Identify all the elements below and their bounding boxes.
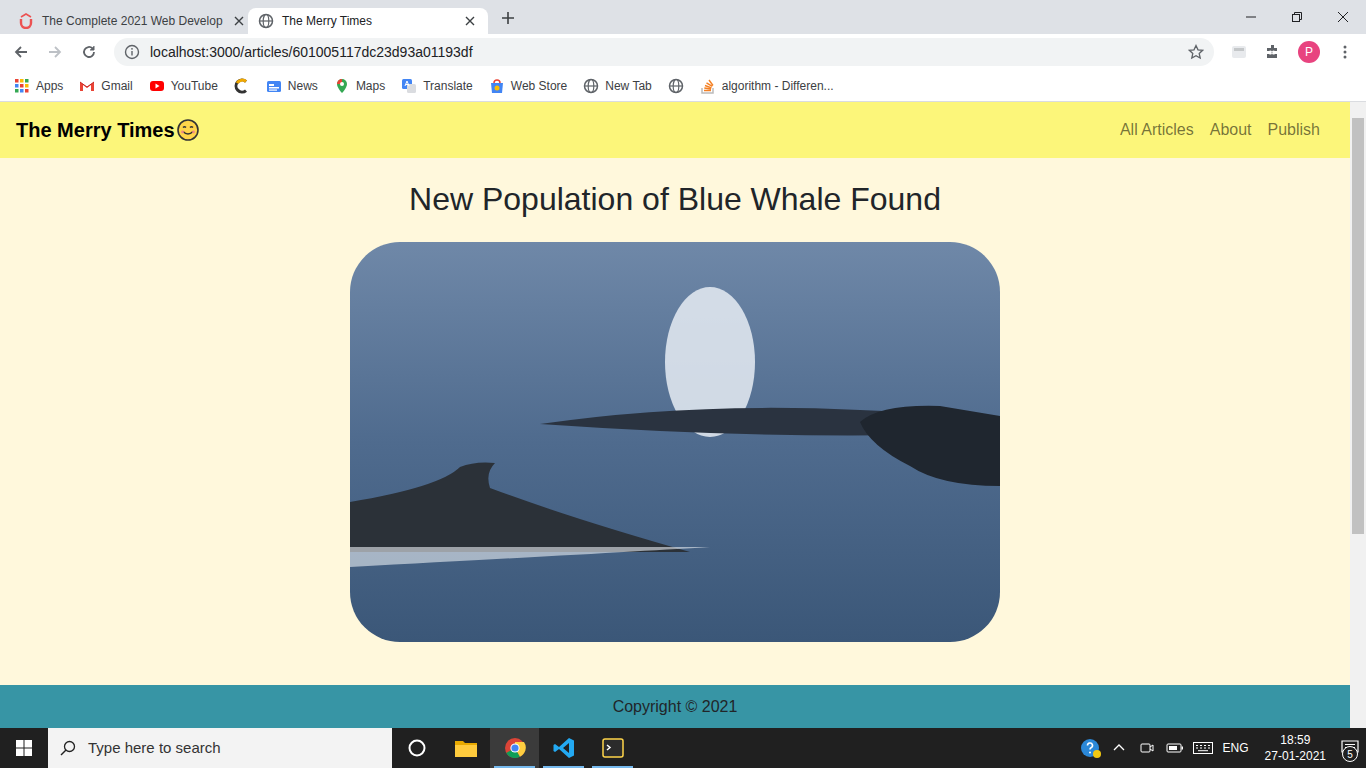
- vscode-icon[interactable]: [539, 728, 588, 768]
- search-icon: [60, 740, 76, 756]
- profile-avatar[interactable]: P: [1298, 41, 1320, 63]
- nav-link-item[interactable]: About: [1202, 118, 1260, 142]
- battery-icon[interactable]: [1163, 728, 1187, 768]
- file-explorer-icon[interactable]: [441, 728, 490, 768]
- article: New Population of Blue Whale Found: [0, 158, 1350, 685]
- bookmark-label[interactable]: Apps: [36, 77, 63, 95]
- browser-tab[interactable]: The Complete 2021 Web Develop: [8, 8, 248, 34]
- site-navbar: The Merry Times All ArticlesAboutPublish: [0, 102, 1350, 158]
- search-placeholder[interactable]: Type here to search: [88, 737, 221, 760]
- maps-icon: [334, 78, 350, 94]
- close-icon[interactable]: [462, 13, 478, 29]
- star-icon[interactable]: [1188, 44, 1204, 60]
- smiling-face-icon: [176, 118, 200, 142]
- site-nav-links: All ArticlesAboutPublish: [1112, 118, 1328, 142]
- notification-icon[interactable]: 5: [1338, 728, 1362, 768]
- forward-arrow-icon[interactable]: [40, 37, 70, 67]
- site-footer: Copyright © 2021: [0, 685, 1350, 728]
- bookmark[interactable]: [234, 78, 250, 94]
- restore-icon[interactable]: [1274, 0, 1320, 34]
- chrome-icon[interactable]: [490, 728, 539, 768]
- clock-time[interactable]: 18:59: [1265, 732, 1326, 748]
- bookmark-label[interactable]: Gmail: [101, 77, 132, 95]
- web-page: The Merry Times All ArticlesAboutPublish N…: [0, 102, 1366, 728]
- bookmark[interactable]: YouTube: [149, 77, 218, 95]
- translate-icon: [401, 78, 417, 94]
- taskbar-search[interactable]: Type here to search: [48, 728, 392, 768]
- taskbar: Type here to searchENG18:5927-01-20215: [0, 728, 1366, 768]
- google-news-icon: [266, 78, 282, 94]
- terminal-icon[interactable]: [588, 728, 637, 768]
- scrollbar-thumb[interactable]: [1352, 118, 1364, 534]
- browser-tab[interactable]: The Merry Times: [248, 8, 488, 34]
- bookmark-label[interactable]: News: [288, 77, 318, 95]
- back-arrow-icon[interactable]: [6, 37, 36, 67]
- bookmark[interactable]: Maps: [334, 77, 385, 95]
- window-controls: [1228, 0, 1366, 34]
- globe-icon: [668, 78, 684, 94]
- windows-start-icon[interactable]: [0, 728, 48, 768]
- close-icon[interactable]: [231, 13, 247, 29]
- nav-link-item[interactable]: All Articles: [1112, 118, 1202, 142]
- notification-count: 5: [1342, 746, 1358, 762]
- bookmark[interactable]: Apps: [14, 77, 63, 95]
- bookmarks-bar: Apps Gmail YouTube News Maps Translate Web Sto…: [0, 70, 1366, 102]
- site-brand[interactable]: The Merry Times: [16, 115, 200, 145]
- bookmark[interactable]: Translate: [401, 77, 473, 95]
- bookmark[interactable]: algorithm - Differen...: [700, 77, 834, 95]
- youtube-icon: [149, 78, 165, 94]
- bookmark[interactable]: [668, 78, 684, 94]
- info-icon[interactable]: [124, 44, 140, 60]
- keyboard-icon[interactable]: [1191, 728, 1215, 768]
- tab-strip: The Complete 2021 Web Develop The Merry T…: [0, 0, 1366, 34]
- bookmark[interactable]: News: [266, 77, 318, 95]
- minimize-icon[interactable]: [1228, 0, 1274, 34]
- web-store-icon: [489, 78, 505, 94]
- globe-icon: [583, 78, 599, 94]
- plus-icon[interactable]: [494, 4, 522, 32]
- tab-label[interactable]: The Merry Times: [282, 12, 454, 30]
- article-photo: [350, 242, 1000, 642]
- language-indicator[interactable]: ENG: [1219, 739, 1253, 757]
- article-title: New Population of Blue Whale Found: [0, 180, 1350, 218]
- url-text[interactable]: localhost:3000/articles/601005117dc23d93…: [150, 42, 1178, 63]
- system-tray: ENG18:5927-01-20215: [1079, 728, 1366, 768]
- tab-label[interactable]: The Complete 2021 Web Develop: [42, 12, 223, 30]
- bookmark-label[interactable]: New Tab: [605, 77, 651, 95]
- gmail-icon: [79, 78, 95, 94]
- nav-link-item[interactable]: Publish: [1260, 118, 1328, 142]
- bookmark[interactable]: Gmail: [79, 77, 132, 95]
- cortana-circle-icon[interactable]: [392, 728, 441, 768]
- address-bar[interactable]: localhost:3000/articles/601005117dc23d93…: [114, 38, 1214, 66]
- running-indicator: [592, 766, 633, 768]
- puzzle-icon[interactable]: [1258, 37, 1288, 67]
- browser-toolbar: localhost:3000/articles/601005117dc23d93…: [0, 34, 1366, 70]
- bookmark-label[interactable]: YouTube: [171, 77, 218, 95]
- clock[interactable]: 18:5927-01-2021: [1257, 732, 1334, 764]
- bookmark[interactable]: Web Store: [489, 77, 567, 95]
- site: The Merry Times All ArticlesAboutPublish N…: [0, 102, 1350, 728]
- chevron-up-icon[interactable]: [1107, 728, 1131, 768]
- bookmark[interactable]: New Tab: [583, 77, 651, 95]
- globe-icon: [258, 13, 274, 29]
- bookmark-label[interactable]: Translate: [423, 77, 473, 95]
- udemy-icon: [18, 13, 34, 29]
- running-indicator: [494, 766, 535, 768]
- running-indicator: [543, 766, 584, 768]
- extension-icon[interactable]: [1224, 37, 1254, 67]
- help-icon[interactable]: [1079, 728, 1103, 768]
- reload-icon[interactable]: [74, 37, 104, 67]
- bookmark-label[interactable]: Web Store: [511, 77, 567, 95]
- apps-grid-icon: [14, 78, 30, 94]
- close-window-icon[interactable]: [1320, 0, 1366, 34]
- meet-now-icon[interactable]: [1135, 728, 1159, 768]
- bookmark-label[interactable]: Maps: [356, 77, 385, 95]
- bookmark-label[interactable]: algorithm - Differen...: [722, 77, 834, 95]
- brand-text[interactable]: The Merry Times: [16, 115, 175, 145]
- stack-overflow-icon: [700, 78, 716, 94]
- c-logo-icon: [234, 78, 250, 94]
- scrollbar[interactable]: [1350, 102, 1366, 728]
- kebab-menu-icon[interactable]: [1330, 37, 1360, 67]
- clock-date[interactable]: 27-01-2021: [1265, 748, 1326, 764]
